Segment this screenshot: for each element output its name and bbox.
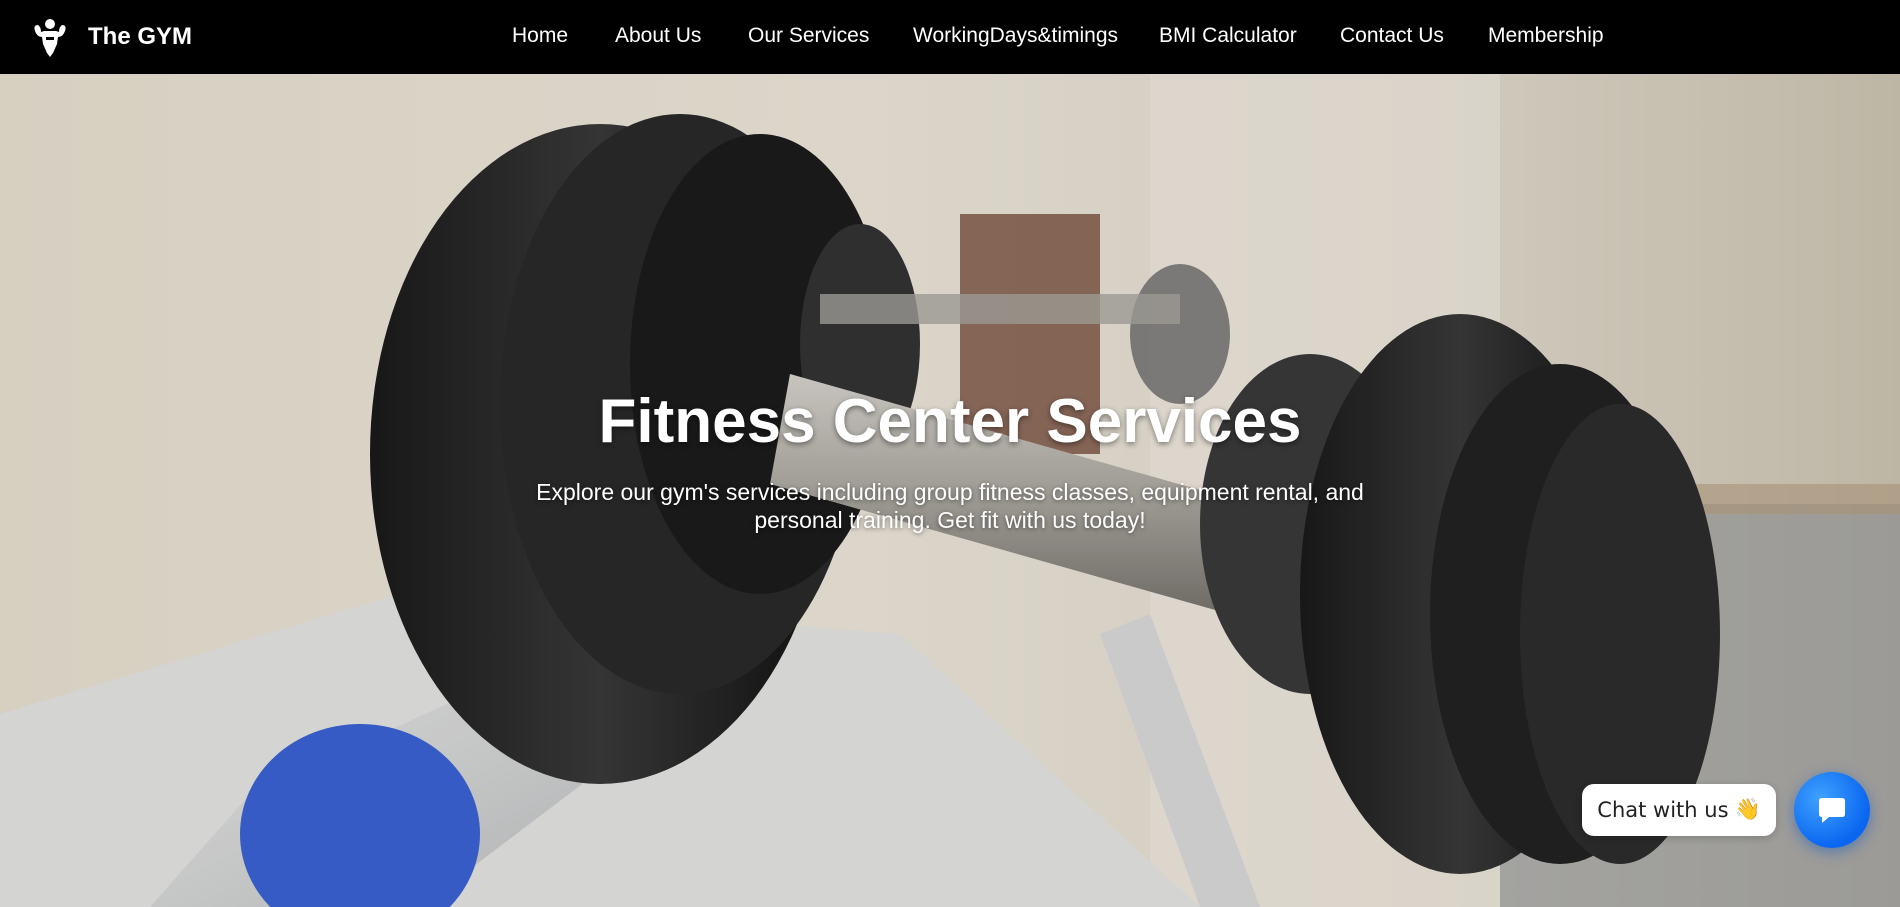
nav-menu: Home About Us Our Services WorkingDays&t… [0,0,1900,74]
nav-bmi-calculator[interactable]: BMI Calculator [1159,24,1297,48]
nav-contact-us[interactable]: Contact Us [1340,24,1444,48]
hero-subtitle: Explore our gym's services including gro… [536,479,1364,533]
chat-bubble-icon [1819,798,1845,823]
chat-label: Chat with us [1597,798,1729,822]
hero-section: Fitness Center Services Explore our gym'… [0,74,1900,907]
chat-with-us-bubble[interactable]: Chat with us 👋 [1582,784,1776,836]
hero-title: Fitness Center Services [598,387,1302,456]
nav-working-days-timings[interactable]: WorkingDays&timings [913,24,1118,48]
waving-hand-icon: 👋 [1734,798,1761,821]
nav-home[interactable]: Home [512,24,568,48]
nav-membership[interactable]: Membership [1488,24,1604,48]
nav-our-services[interactable]: Our Services [748,24,869,48]
chat-open-button[interactable] [1794,772,1870,848]
nav-about-us[interactable]: About Us [615,24,701,48]
top-navbar: The GYM Home About Us Our Services Worki… [0,0,1900,74]
